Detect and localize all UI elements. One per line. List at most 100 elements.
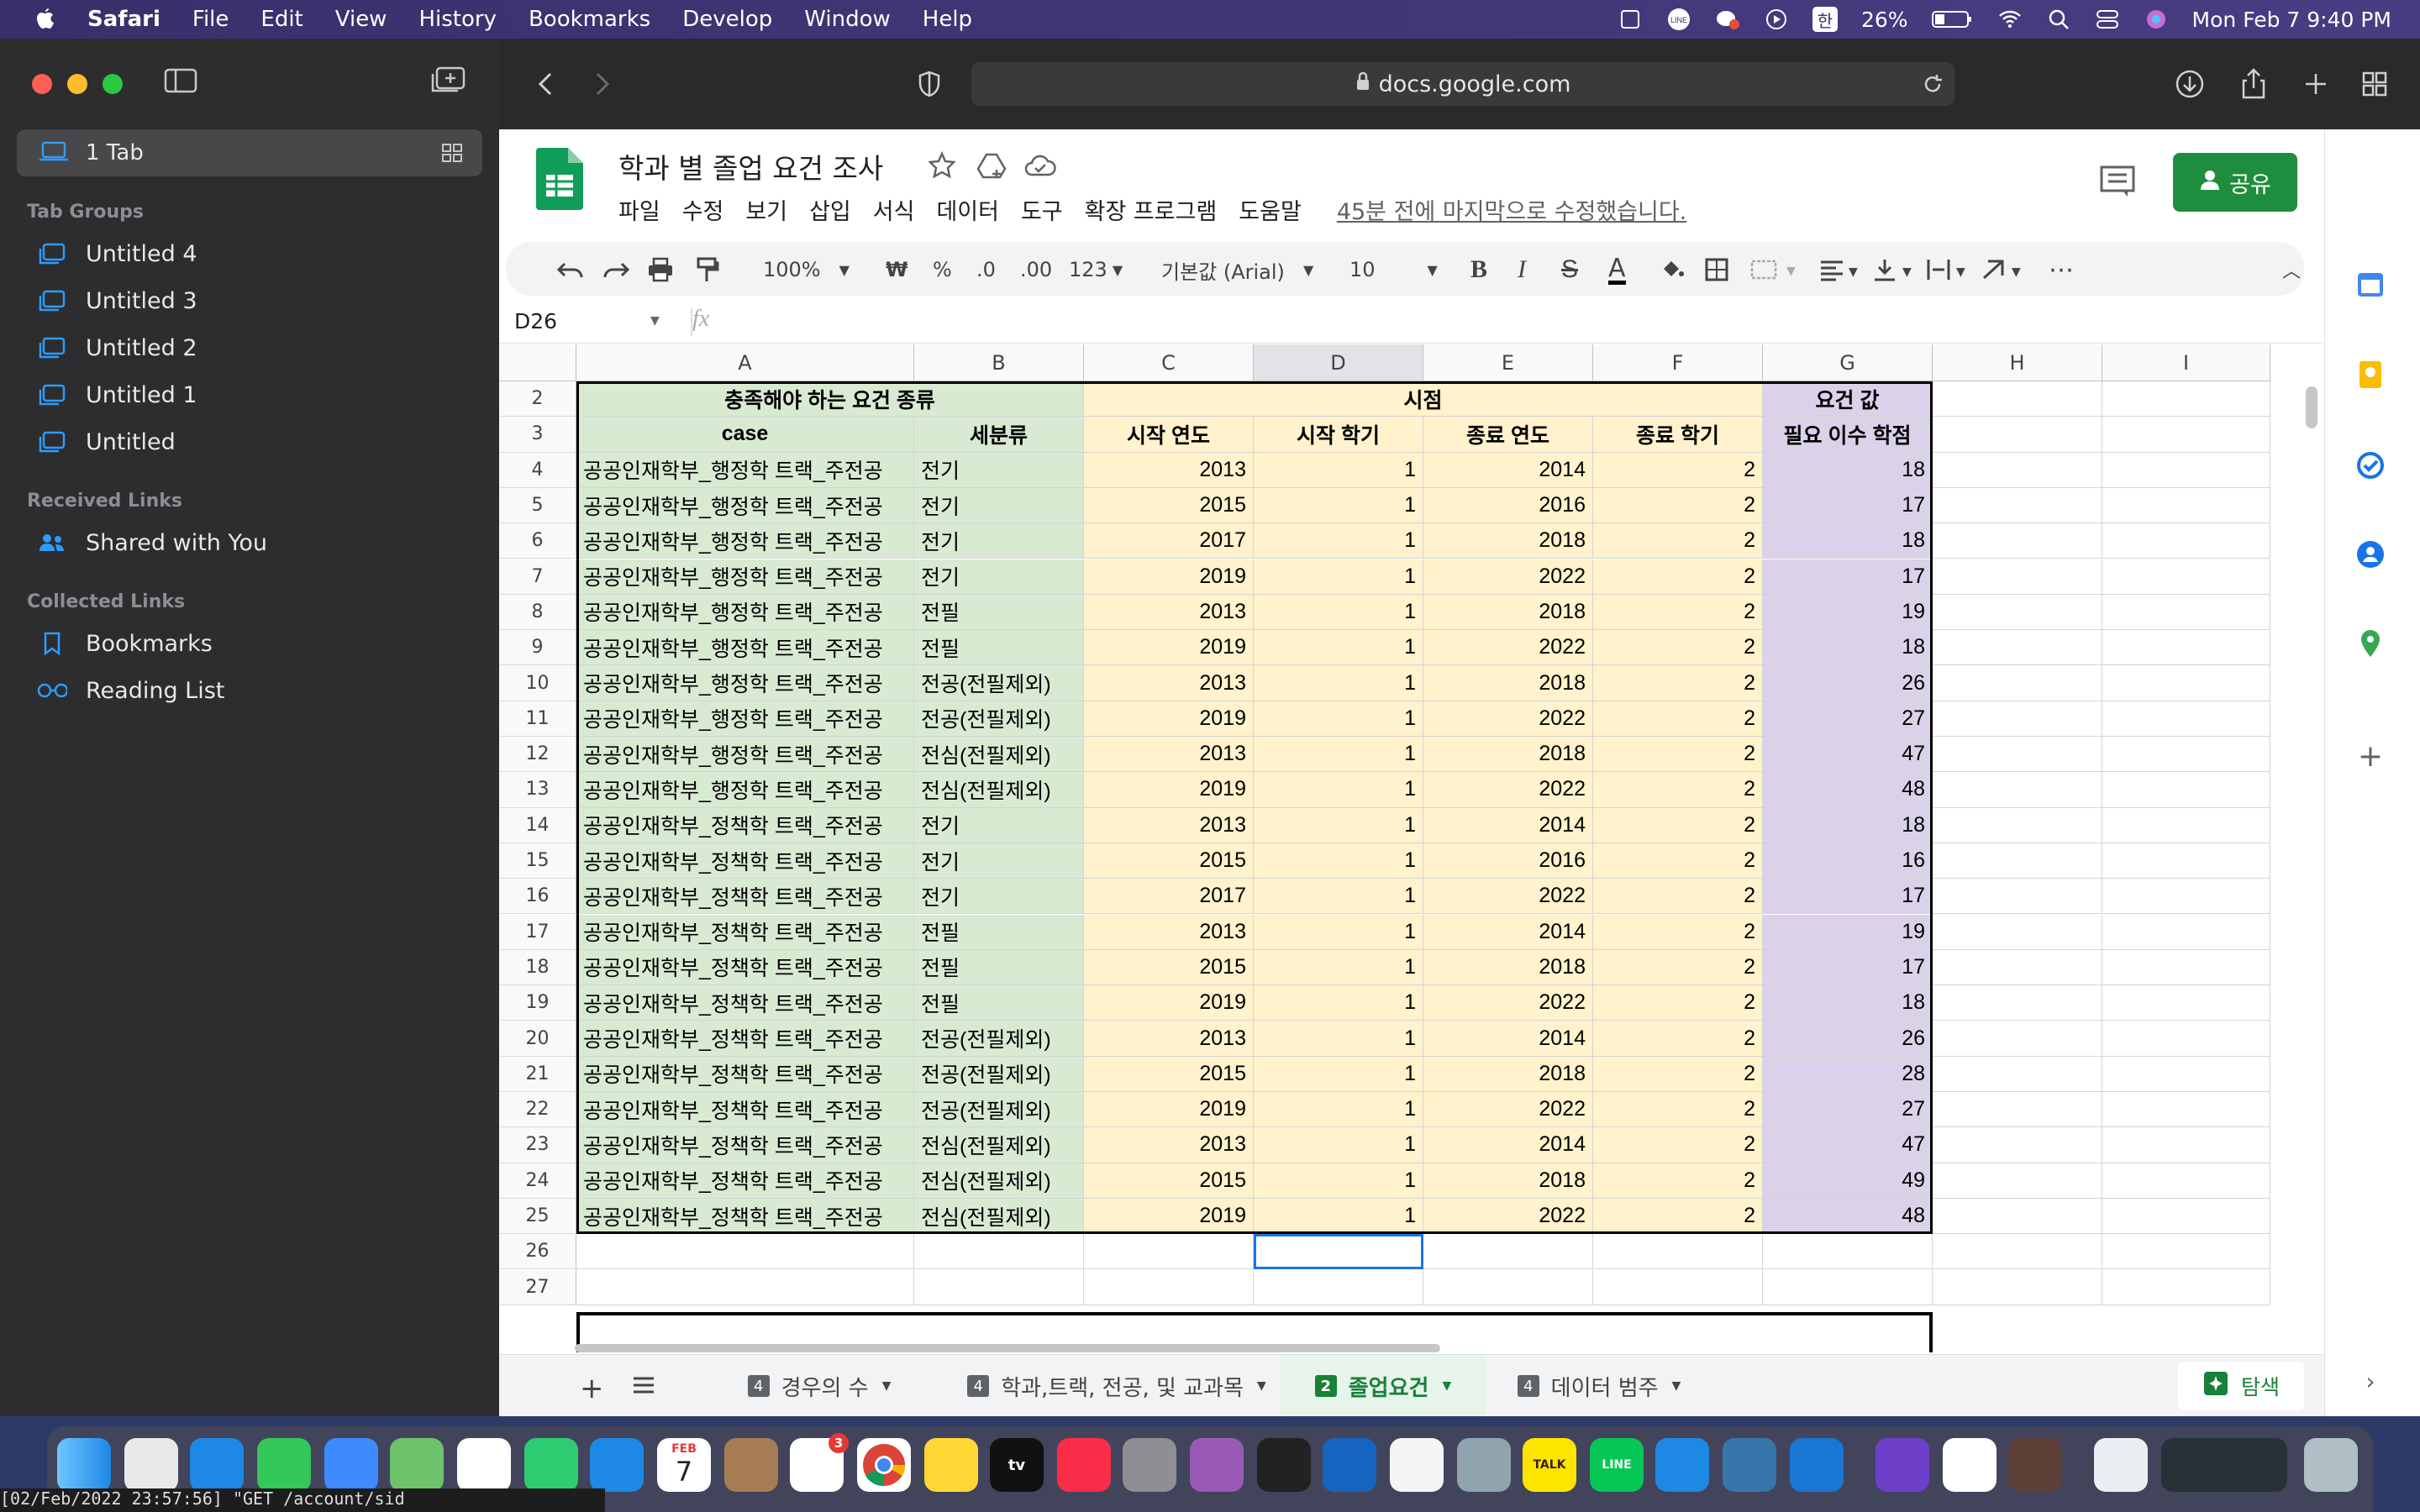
zoom-select[interactable]: 100% ▼ [763, 255, 850, 284]
table-cell[interactable]: 2016 [1423, 843, 1593, 879]
table-cell[interactable]: 2 [1593, 1021, 1763, 1057]
tab-overview-button-icon[interactable] [2356, 66, 2393, 102]
tab-graduation-requirements[interactable]: 2 졸업요건 ▼ [1281, 1355, 1486, 1416]
table-cell[interactable] [1933, 1269, 2102, 1305]
new-tab-group-icon[interactable] [430, 66, 466, 96]
row-header[interactable]: 11 [499, 701, 576, 737]
table-cell[interactable]: 1 [1254, 949, 1423, 986]
table-cell[interactable]: 19 [1763, 914, 1933, 950]
menu-help[interactable]: Help [923, 7, 972, 32]
table-cell[interactable]: 2018 [1423, 737, 1593, 773]
launchpad-icon[interactable] [124, 1438, 178, 1492]
table-cell[interactable] [2102, 1234, 2270, 1270]
table-cell[interactable] [2102, 985, 2270, 1021]
system-preferences-icon[interactable] [1123, 1438, 1176, 1492]
table-cell[interactable] [1084, 1234, 1254, 1270]
table-cell[interactable]: 2015 [1084, 949, 1254, 986]
row-header[interactable]: 13 [499, 772, 576, 808]
row-header[interactable]: 9 [499, 630, 576, 666]
table-cell[interactable]: 2018 [1423, 1056, 1593, 1092]
table-cell[interactable] [1933, 665, 2102, 701]
table-cell[interactable]: 공공인재학부_행정학 트랙_주전공 [576, 701, 914, 737]
merge-cells-icon[interactable]: ▼ [1749, 255, 1797, 284]
table-cell[interactable]: 공공인재학부_정책학 트랙_주전공 [576, 1198, 914, 1235]
table-cell[interactable]: 2 [1593, 985, 1763, 1021]
back-icon[interactable] [528, 66, 565, 102]
table-cell[interactable] [2102, 1163, 2270, 1199]
table-cell[interactable]: 전공(전필제외) [914, 1021, 1084, 1057]
table-cell[interactable] [2102, 807, 2270, 843]
table-cell[interactable]: 전기 [914, 523, 1084, 559]
contacts-dock-icon[interactable] [724, 1438, 778, 1492]
table-cell[interactable]: 1 [1254, 630, 1423, 666]
table-cell[interactable] [1933, 630, 2102, 666]
text-color-icon[interactable]: A [1608, 254, 1626, 285]
column-header[interactable]: F [1593, 344, 1763, 381]
table-cell[interactable] [2102, 417, 2270, 453]
table-cell[interactable]: 2015 [1084, 843, 1254, 879]
menu-format-ko[interactable]: 서식 [873, 193, 915, 226]
row-header[interactable]: 25 [499, 1198, 576, 1235]
table-cell[interactable]: 전심(전필제외) [914, 737, 1084, 773]
table-cell[interactable] [2102, 843, 2270, 879]
table-cell[interactable]: 2 [1593, 487, 1763, 524]
calendar-icon[interactable] [2354, 267, 2387, 301]
increase-decimal-button[interactable]: .00 [1020, 255, 1052, 284]
row-header[interactable]: 7 [499, 559, 576, 595]
table-cell[interactable]: 2022 [1423, 1092, 1593, 1128]
tab-department-track[interactable]: 4 학과,트랙, 전공, 및 교과목 ▼ [936, 1355, 1297, 1416]
table-cell[interactable]: 2018 [1423, 1163, 1593, 1199]
document-title[interactable]: 학과 별 졸업 요건 조사 [618, 146, 883, 186]
collapse-toolbar-icon[interactable]: ︿ [2282, 255, 2301, 284]
row-header[interactable]: 21 [499, 1056, 576, 1092]
explore-button[interactable]: 탐색 [2178, 1362, 2304, 1410]
table-cell[interactable] [1933, 381, 2102, 417]
text-wrap-icon[interactable]: ▼ [1926, 255, 1971, 284]
photos-icon[interactable] [457, 1438, 511, 1492]
table-cell[interactable] [2102, 559, 2270, 595]
table-cell[interactable]: 1 [1254, 1198, 1423, 1235]
table-cell[interactable]: 47 [1763, 737, 1933, 773]
spotlight-icon[interactable] [2046, 7, 2071, 32]
table-cell[interactable]: 2019 [1084, 985, 1254, 1021]
row-header[interactable]: 3 [499, 417, 576, 453]
table-cell[interactable]: 2018 [1423, 594, 1593, 631]
vscode-icon[interactable] [1655, 1438, 1709, 1492]
table-cell[interactable]: 공공인재학부_정책학 트랙_주전공 [576, 1163, 914, 1199]
apple-tv-icon[interactable]: tv [990, 1438, 1044, 1492]
safari-icon[interactable] [190, 1438, 244, 1492]
table-cell[interactable]: 공공인재학부_행정학 트랙_주전공 [576, 523, 914, 559]
column-header[interactable]: H [1933, 344, 2102, 381]
table-cell[interactable] [914, 1234, 1084, 1270]
table-cell[interactable]: 전기 [914, 807, 1084, 843]
table-cell[interactable]: 2 [1593, 949, 1763, 986]
table-cell[interactable]: 전공(전필제외) [914, 1056, 1084, 1092]
tab-cases[interactable]: 4 경우의 수 ▼ [709, 1355, 929, 1416]
row-header[interactable]: 2 [499, 381, 576, 417]
table-cell[interactable]: 2015 [1084, 1163, 1254, 1199]
table-cell[interactable] [1593, 1269, 1763, 1305]
address-bar[interactable]: docs.google.com [971, 62, 1954, 106]
table-cell[interactable]: 1 [1254, 523, 1423, 559]
column-header[interactable]: G [1763, 344, 1933, 381]
bookmarks-item[interactable]: Bookmarks [37, 622, 213, 665]
table-cell[interactable]: 2017 [1084, 879, 1254, 915]
paint-format-icon[interactable] [696, 255, 719, 284]
row-header[interactable]: 16 [499, 879, 576, 915]
table-cell[interactable]: 28 [1763, 1056, 1933, 1092]
reminders-icon[interactable]: 3 [790, 1433, 849, 1492]
currency-format-button[interactable]: ₩ [886, 255, 908, 284]
table-cell[interactable]: 1 [1254, 665, 1423, 701]
move-to-drive-icon[interactable] [976, 151, 1007, 183]
selected-cell[interactable] [1254, 1234, 1423, 1270]
menu-safari[interactable]: Safari [87, 7, 160, 32]
trash-icon[interactable] [2304, 1438, 2358, 1492]
table-cell[interactable] [2102, 914, 2270, 950]
table-cell[interactable]: 2015 [1084, 487, 1254, 524]
table-cell[interactable] [1933, 737, 2102, 773]
last-edit-link[interactable]: 45분 전에 마지막으로 수정했습니다. [1337, 193, 1686, 226]
table-cell[interactable]: 2013 [1084, 1021, 1254, 1057]
table-cell[interactable] [2102, 523, 2270, 559]
tasks-icon[interactable] [2354, 449, 2387, 482]
menubar-clock[interactable]: Mon Feb 7 9:40 PM [2192, 8, 2391, 32]
